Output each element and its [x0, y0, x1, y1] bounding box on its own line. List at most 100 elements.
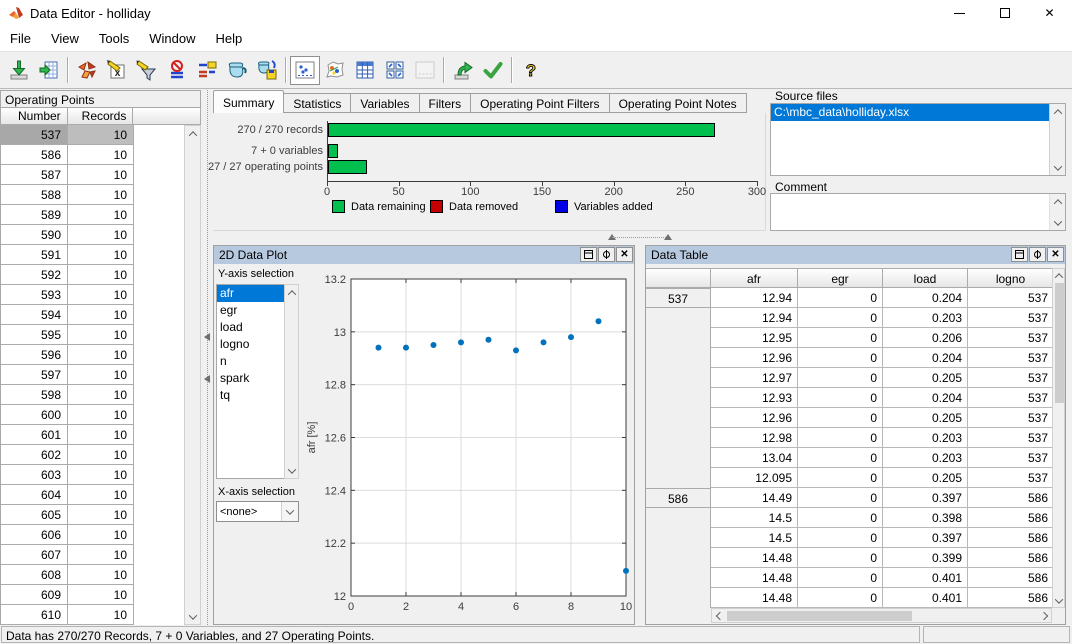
table-row[interactable]: 13.0400.203537	[646, 448, 1054, 468]
column-header-egr[interactable]: egr	[798, 268, 883, 288]
table-cell[interactable]: 0	[798, 528, 883, 548]
table-cell[interactable]: 537	[968, 428, 1054, 448]
operating-points-scrollbar[interactable]	[184, 125, 201, 625]
table-cell[interactable]: 0.401	[883, 588, 968, 608]
scroll-left-icon[interactable]	[712, 609, 727, 622]
table-row[interactable]: 14.4800.401586	[646, 588, 1054, 608]
table-row[interactable]: 53712.9400.204537	[646, 288, 1054, 308]
table-row[interactable]: 58610	[1, 145, 134, 165]
tab-variables[interactable]: Variables	[351, 93, 419, 113]
table-row[interactable]: 14.4800.401586	[646, 568, 1054, 588]
table-row[interactable]: 12.09500.205537	[646, 468, 1054, 488]
import-file-button[interactable]	[34, 56, 64, 85]
y-axis-item-tq[interactable]: tq	[217, 387, 284, 404]
table-row[interactable]: 53710	[1, 125, 134, 145]
table-cell[interactable]: 0.203	[883, 308, 968, 328]
plot-panel-header[interactable]: 2D Data Plot ✕	[214, 246, 634, 264]
import-data-button[interactable]	[4, 56, 34, 85]
data-table-panel-header[interactable]: Data Table ✕	[646, 246, 1065, 264]
merge-data-button[interactable]	[72, 56, 102, 85]
table-cell[interactable]: 0	[798, 428, 883, 448]
scroll-down-icon[interactable]	[285, 463, 298, 478]
table-row[interactable]: 60110	[1, 425, 134, 445]
undock-button[interactable]	[580, 247, 597, 262]
close-button[interactable]: ✕	[1027, 0, 1072, 26]
table-row[interactable]: 14.500.398586	[646, 508, 1054, 528]
table-cell[interactable]: 537	[968, 408, 1054, 428]
scroll-up-icon[interactable]	[285, 285, 298, 300]
scatter-plot-canvas[interactable]: 02468101212.212.412.612.81313.2afr [%]	[301, 264, 635, 625]
table-cell[interactable]: 0.205	[883, 368, 968, 388]
table-cell[interactable]: 0.205	[883, 408, 968, 428]
table-row[interactable]: 59010	[1, 225, 134, 245]
table-cell[interactable]: 12.95	[711, 328, 798, 348]
table-row[interactable]: 14.4800.399586	[646, 548, 1054, 568]
table-row[interactable]: 58810	[1, 185, 134, 205]
table-cell[interactable]: 0.204	[883, 288, 968, 308]
table-cell[interactable]: 586	[968, 488, 1054, 508]
table-cell[interactable]: 12.94	[711, 308, 798, 328]
menu-file[interactable]: File	[0, 27, 41, 50]
table-cell[interactable]: 14.48	[711, 548, 798, 568]
table-row[interactable]: 12.9700.205537	[646, 368, 1054, 388]
column-header-number[interactable]: Number	[1, 108, 68, 125]
data-table-hscrollbar[interactable]	[711, 608, 1052, 623]
table-cell[interactable]: 0	[798, 448, 883, 468]
column-header-afr[interactable]: afr	[711, 268, 798, 288]
table-cell[interactable]: 12.93	[711, 388, 798, 408]
table-cell[interactable]: 12.94	[711, 288, 798, 308]
horizontal-splitter[interactable]	[600, 233, 680, 242]
table-cell[interactable]: 14.5	[711, 528, 798, 548]
accept-data-button[interactable]	[478, 56, 508, 85]
table-row[interactable]: 60410	[1, 485, 134, 505]
table-cell[interactable]: 537	[968, 448, 1054, 468]
table-row[interactable]: 60610	[1, 525, 134, 545]
empty-view-button[interactable]	[410, 56, 440, 85]
menu-help[interactable]: Help	[206, 27, 253, 50]
source-files-list[interactable]: C:\mbc_data\holliday.xlsx	[770, 103, 1066, 176]
table-cell[interactable]: 0.206	[883, 328, 968, 348]
column-header-logno[interactable]: logno	[968, 268, 1054, 288]
table-row[interactable]: 59710	[1, 365, 134, 385]
maximize-panel-button[interactable]	[598, 247, 615, 262]
column-header-load[interactable]: load	[883, 268, 968, 288]
scroll-down-icon[interactable]	[1050, 160, 1065, 175]
table-row[interactable]: 12.9500.206537	[646, 328, 1054, 348]
table-row[interactable]: 14.500.397586	[646, 528, 1054, 548]
table-cell[interactable]: 0.203	[883, 448, 968, 468]
table-cell[interactable]: 0	[798, 308, 883, 328]
table-cell[interactable]: 0.401	[883, 568, 968, 588]
table-cell[interactable]: 0	[798, 388, 883, 408]
tab-summary[interactable]: Summary	[213, 90, 284, 113]
y-axis-item-logno[interactable]: logno	[217, 336, 284, 353]
column-header-records[interactable]: Records	[68, 108, 134, 125]
table-cell[interactable]: 0	[798, 368, 883, 388]
scroll-down-icon[interactable]	[1050, 215, 1065, 230]
menu-view[interactable]: View	[41, 27, 89, 50]
maximize-panel-button[interactable]	[1029, 247, 1046, 262]
table-row[interactable]: 60910	[1, 585, 134, 605]
scroll-right-icon[interactable]	[1036, 609, 1051, 622]
table-cell[interactable]: 537	[968, 468, 1054, 488]
table-cell[interactable]: 586	[968, 568, 1054, 588]
menu-tools[interactable]: Tools	[89, 27, 139, 50]
table-cell[interactable]: 0	[798, 488, 883, 508]
split-view-button[interactable]	[380, 56, 410, 85]
table-cell[interactable]: 586	[968, 548, 1054, 568]
table-row[interactable]: 61010	[1, 605, 134, 625]
notes-view-button[interactable]	[320, 56, 350, 85]
table-cell[interactable]: 0	[798, 568, 883, 588]
table-row[interactable]: 60210	[1, 445, 134, 465]
source-file-item[interactable]: C:\mbc_data\holliday.xlsx	[771, 104, 1049, 121]
collapse-left-icon[interactable]	[204, 333, 210, 341]
table-row[interactable]: 59610	[1, 345, 134, 365]
table-cell[interactable]: 586	[968, 508, 1054, 528]
y-axis-list[interactable]: afregrloadlognonsparktq	[216, 284, 284, 479]
tab-operating-point-notes[interactable]: Operating Point Notes	[610, 93, 747, 113]
table-row[interactable]: 58910	[1, 205, 134, 225]
table-cell[interactable]: 0.397	[883, 528, 968, 548]
y-axis-item-load[interactable]: load	[217, 319, 284, 336]
scrollbar-thumb[interactable]	[1055, 283, 1064, 403]
scroll-up-icon[interactable]	[1053, 269, 1064, 282]
table-cell[interactable]: 12.095	[711, 468, 798, 488]
